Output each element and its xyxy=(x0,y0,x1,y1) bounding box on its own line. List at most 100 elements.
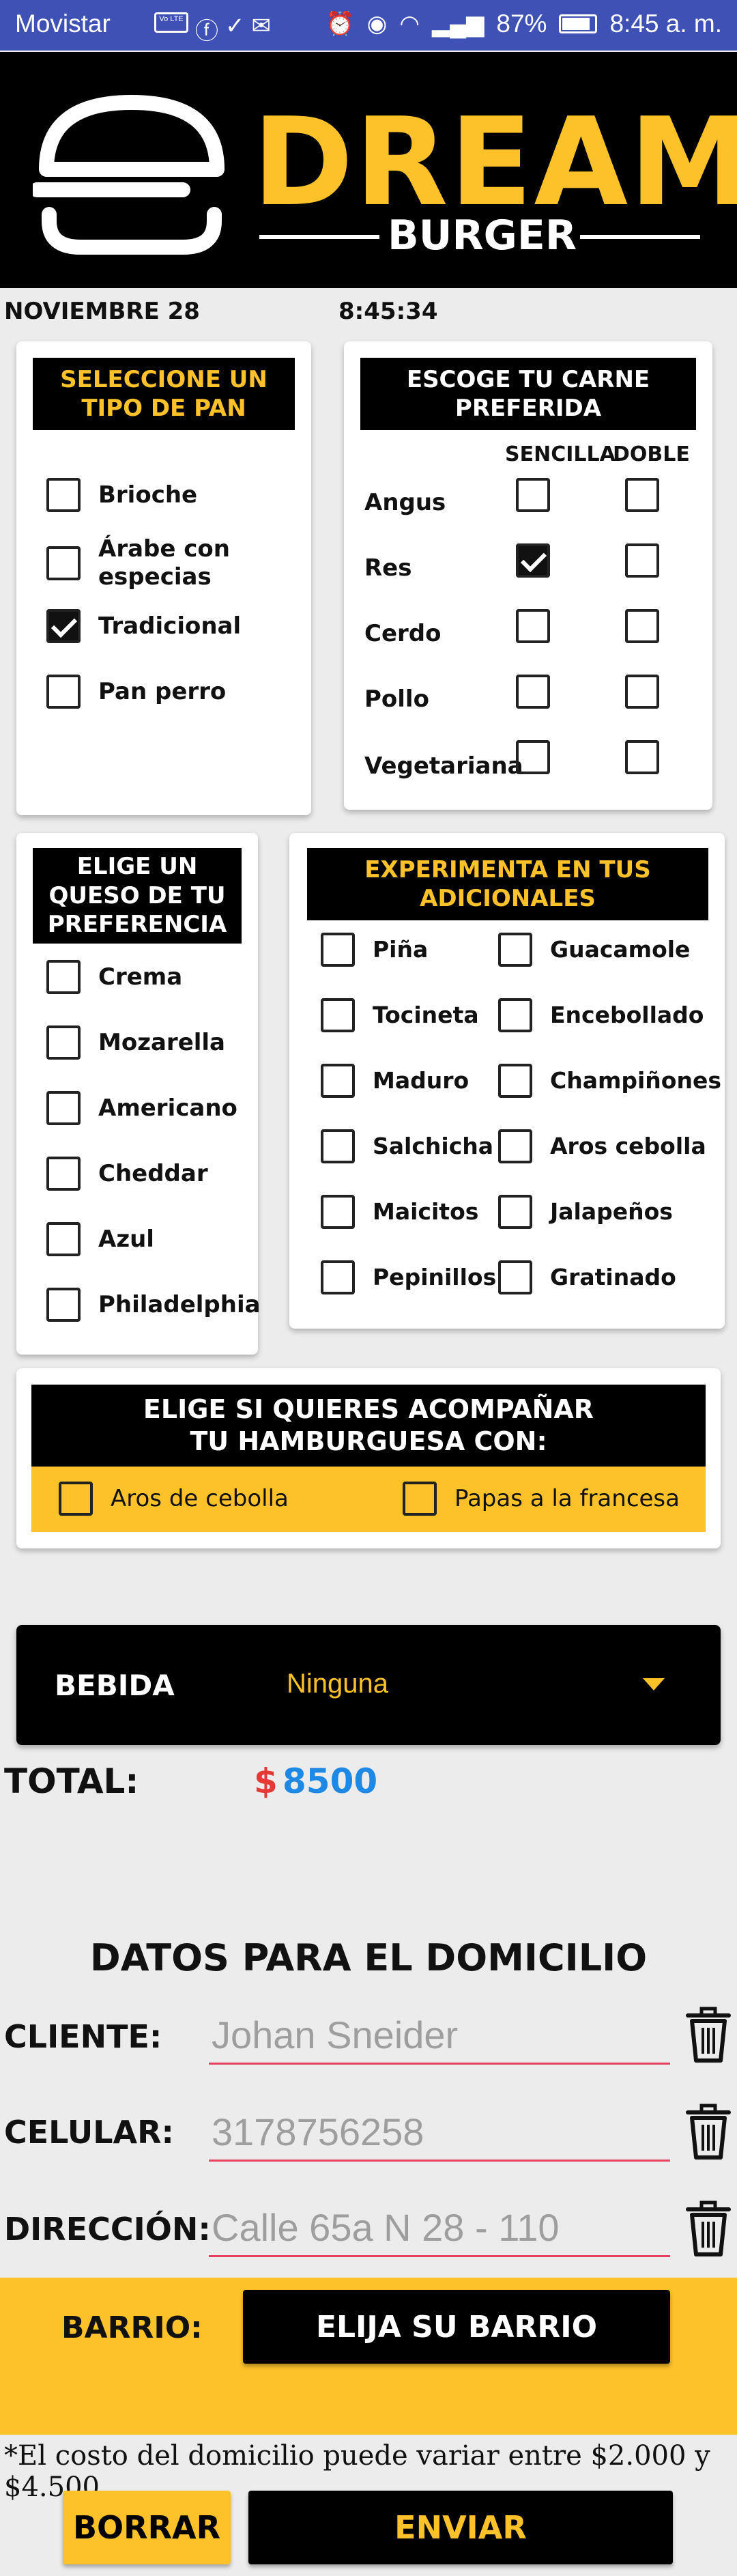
side-option-aros-de-cebolla[interactable]: Aros de cebolla xyxy=(59,1482,289,1516)
meat-pollo-single-checkbox[interactable] xyxy=(516,675,550,709)
checkbox[interactable] xyxy=(46,675,81,709)
carrier-name: Movistar xyxy=(15,10,111,38)
extra-option-aros-cebolla[interactable]: Aros cebolla xyxy=(498,1129,706,1163)
brand-subtitle: BURGER xyxy=(388,212,577,259)
meat-cerdo-single-checkbox[interactable] xyxy=(516,609,550,643)
send-button[interactable]: ENVIAR xyxy=(248,2491,673,2564)
drink-label: BEBIDA xyxy=(55,1669,175,1702)
client-input[interactable] xyxy=(209,2007,670,2065)
trash-icon[interactable] xyxy=(681,2003,736,2065)
checkbox[interactable] xyxy=(46,1025,81,1060)
extra-option-maicitos[interactable]: Maicitos xyxy=(321,1195,478,1229)
checkbox[interactable] xyxy=(498,1260,532,1294)
brand-divider-right xyxy=(580,235,700,239)
meat-angus-double-checkbox[interactable] xyxy=(625,478,659,512)
trash-icon[interactable] xyxy=(681,2197,736,2259)
clear-button[interactable]: BORRAR xyxy=(63,2491,231,2564)
address-label: DIRECCIÓN: xyxy=(4,2211,211,2248)
extra-option-maduro[interactable]: Maduro xyxy=(321,1064,469,1098)
address-input[interactable] xyxy=(209,2200,670,2257)
bread-option-pan-perro[interactable]: Pan perro xyxy=(46,675,226,709)
extra-option-tocineta[interactable]: Tocineta xyxy=(321,998,479,1032)
checkbox[interactable] xyxy=(46,1157,81,1191)
col-double-label: DOBLE xyxy=(613,442,690,466)
checkbox[interactable] xyxy=(46,1288,81,1322)
meat-label-vegetariana: Vegetariana xyxy=(364,752,523,780)
meat-angus-single-checkbox[interactable] xyxy=(516,478,550,512)
meat-pollo-double-checkbox[interactable] xyxy=(625,675,659,709)
extra-option-salchicha[interactable]: Salchicha xyxy=(321,1129,493,1163)
extra-option-champinones[interactable]: Champiñones xyxy=(498,1064,721,1098)
drink-selected-value[interactable]: Ninguna xyxy=(287,1669,388,1699)
checkbox[interactable] xyxy=(498,998,532,1032)
checkbox[interactable] xyxy=(498,1064,532,1098)
checkbox[interactable] xyxy=(321,1260,355,1294)
extra-option-jalapenos[interactable]: Jalapeños xyxy=(498,1195,673,1229)
brand-header: DREAM BURGER xyxy=(0,52,737,288)
extra-option-encebollado[interactable]: Encebollado xyxy=(498,998,704,1032)
phone-label: CELULAR: xyxy=(4,2114,174,2151)
choose-neighborhood-button[interactable]: ELIJA SU BARRIO xyxy=(243,2290,670,2364)
checkbox[interactable] xyxy=(321,998,355,1032)
checkbox[interactable] xyxy=(321,1195,355,1229)
side-option-papas-francesa[interactable]: Papas a la francesa xyxy=(403,1482,680,1516)
battery-percent: 87% xyxy=(496,10,547,38)
checkbox[interactable] xyxy=(46,1091,81,1125)
meat-cerdo-double-checkbox[interactable] xyxy=(625,609,659,643)
meat-vegetariana-double-checkbox[interactable] xyxy=(625,740,659,774)
volte-icon: Vo LTE xyxy=(154,12,188,33)
cheese-option-americano[interactable]: Americano xyxy=(46,1091,237,1125)
order-date: NOVIEMBRE 28 xyxy=(4,298,200,325)
checkbox[interactable] xyxy=(321,933,355,967)
drink-dropdown[interactable]: BEBIDA Ninguna xyxy=(16,1625,721,1745)
checkbox[interactable] xyxy=(46,478,81,512)
extras-title: EXPERIMENTA EN TUS ADICIONALES xyxy=(307,848,708,920)
checkbox[interactable] xyxy=(46,546,81,580)
order-time: 8:45:34 xyxy=(338,298,438,325)
sides-options-bar: Aros de cebolla Papas a la francesa xyxy=(31,1467,706,1532)
brand-divider-left xyxy=(259,235,379,239)
wifi-icon: ◠ xyxy=(399,11,420,37)
checkbox[interactable] xyxy=(498,933,532,967)
meat-vegetariana-single-checkbox[interactable] xyxy=(516,740,550,774)
meat-card: ESCOGE TU CARNE PREFERIDA SENCILLA DOBLE… xyxy=(344,341,712,810)
cheese-option-crema[interactable]: Crema xyxy=(46,960,182,994)
extra-option-pepinillos[interactable]: Pepinillos xyxy=(321,1260,496,1294)
checkbox[interactable] xyxy=(46,1222,81,1256)
meat-label-pollo: Pollo xyxy=(364,685,429,713)
checkbox-checked[interactable] xyxy=(46,609,81,643)
neighborhood-label: BARRIO: xyxy=(61,2310,203,2345)
cheese-option-mozarella[interactable]: Mozarella xyxy=(46,1025,225,1060)
extra-option-gratinado[interactable]: Gratinado xyxy=(498,1260,676,1294)
cheese-option-cheddar[interactable]: Cheddar xyxy=(46,1157,208,1191)
extra-option-pina[interactable]: Piña xyxy=(321,933,428,967)
checkbox[interactable] xyxy=(59,1482,93,1516)
meat-res-single-checkbox[interactable] xyxy=(516,543,550,578)
facebook-icon: ⓕ xyxy=(195,18,218,44)
cheese-option-philadelphia[interactable]: Philadelphia xyxy=(46,1288,261,1322)
client-label: CLIENTE: xyxy=(4,2018,162,2055)
dropdown-arrow-icon[interactable] xyxy=(643,1678,665,1690)
extra-option-guacamole[interactable]: Guacamole xyxy=(498,933,690,967)
notification-icons: Vo LTE ⓕ ✓ ✉ xyxy=(154,12,271,46)
col-single-label: SENCILLA xyxy=(505,442,616,466)
checkbox[interactable] xyxy=(321,1129,355,1163)
bread-title: SELECCIONE UN TIPO DE PAN xyxy=(33,358,295,430)
phone-input[interactable] xyxy=(209,2104,670,2162)
bread-option-tradicional[interactable]: Tradicional xyxy=(46,609,241,643)
bread-option-arabe[interactable]: Árabe con especias xyxy=(46,535,262,591)
eye-icon: ◉ xyxy=(366,11,388,37)
cheese-option-azul[interactable]: Azul xyxy=(46,1222,154,1256)
extras-card: EXPERIMENTA EN TUS ADICIONALES Piña Toci… xyxy=(289,833,725,1329)
meat-label-angus: Angus xyxy=(364,489,446,516)
trash-icon[interactable] xyxy=(681,2100,736,2162)
checkbox[interactable] xyxy=(498,1129,532,1163)
checkbox[interactable] xyxy=(498,1195,532,1229)
meat-label-res: Res xyxy=(364,554,412,582)
checkbox[interactable] xyxy=(321,1064,355,1098)
checkbox[interactable] xyxy=(403,1482,437,1516)
checkbox[interactable] xyxy=(46,960,81,994)
cheese-title: ELIGE UN QUESO DE TU PREFERENCIA xyxy=(33,848,242,944)
meat-res-double-checkbox[interactable] xyxy=(625,543,659,578)
bread-option-brioche[interactable]: Brioche xyxy=(46,478,197,512)
